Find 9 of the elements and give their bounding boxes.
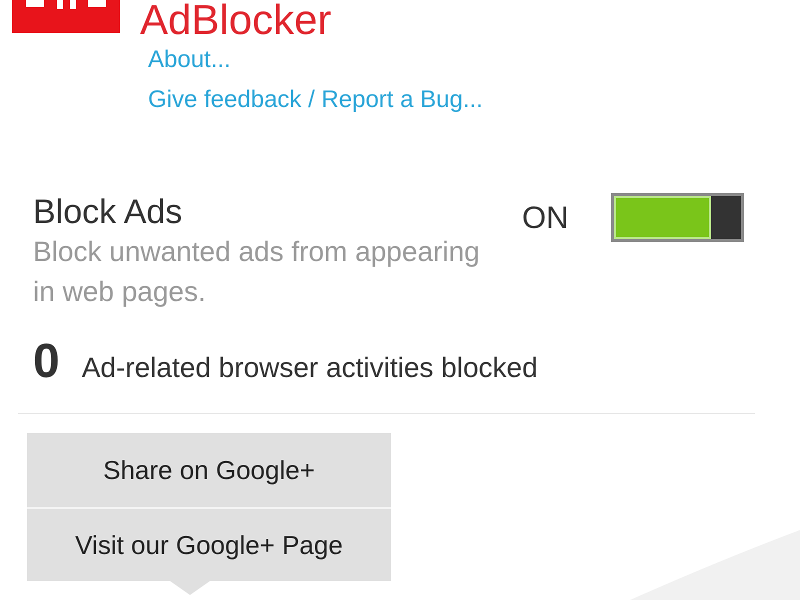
toggle-state-label: ON [522, 198, 568, 236]
blocked-label: Ad-related browser activities blocked [82, 351, 538, 385]
app-title: AdBlocker [140, 0, 332, 40]
share-menu-item[interactable]: Visit our Google+ Page [27, 507, 391, 581]
setting-title: Block Ads [33, 192, 184, 232]
blocked-count: 0 [33, 334, 60, 390]
setting-description: Block unwanted ads from appearing in web pages. [33, 235, 481, 309]
callout-tail-icon [170, 581, 210, 595]
toggle-switch[interactable] [610, 193, 744, 242]
